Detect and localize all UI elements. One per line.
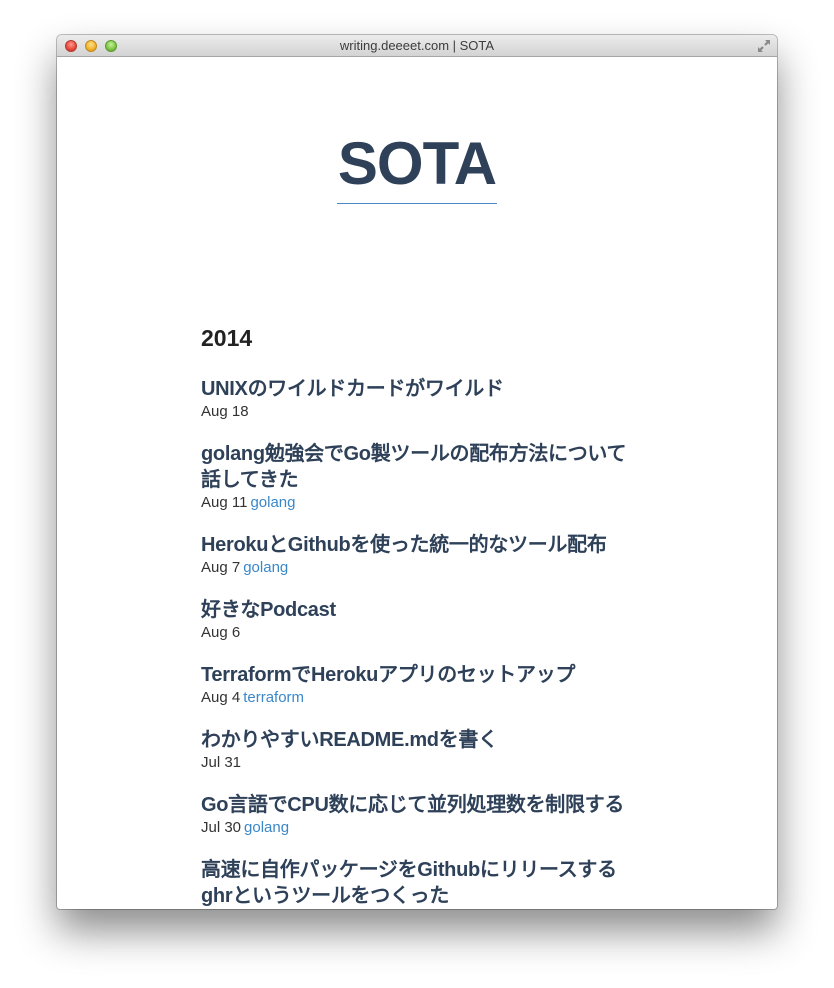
post-list-item: Go言語でCPU数に応じて並列処理数を制限する Jul 30 golang: [201, 792, 641, 838]
post-meta: Aug 11 golang: [201, 493, 641, 513]
post-meta: Aug 6: [201, 623, 641, 643]
post-list-item: HerokuとGithubを使った統一的なツール配布 Aug 7 golang: [201, 532, 641, 578]
year-heading: 2014: [201, 325, 253, 351]
post-meta: Aug 18: [201, 402, 641, 422]
post-tag-link[interactable]: terraform: [243, 689, 304, 706]
post-tag-link[interactable]: golang: [243, 559, 288, 576]
post-title-link[interactable]: 高速に自作パッケージをGithubにリリースするghrというツールをつくった: [201, 857, 641, 909]
site-title-link[interactable]: SOTA: [336, 131, 497, 204]
post-date: Aug 18: [201, 403, 249, 420]
post-title-link[interactable]: わかりやすいREADME.mdを書く: [201, 727, 641, 753]
post-tag-link[interactable]: golang: [250, 494, 295, 511]
post-list-item: golang勉強会でGo製ツールの配布方法について話してきた Aug 11 gola…: [201, 441, 641, 513]
post-list-item: 好きなPodcast Aug 6: [201, 597, 641, 643]
post-title-link[interactable]: HerokuとGithubを使った統一的なツール配布: [201, 532, 641, 558]
post-meta: Aug 7 golang: [201, 558, 641, 578]
post-meta: Aug 4 terraform: [201, 688, 641, 708]
post-title-link[interactable]: golang勉強会でGo製ツールの配布方法について話してきた: [201, 441, 641, 493]
post-list-item: わかりやすいREADME.mdを書く Jul 31: [201, 727, 641, 773]
post-date: Aug 4: [201, 689, 241, 706]
post-list: UNIXのワイルドカードがワイルド Aug 18 golang勉強会でGo製ツールの…: [201, 376, 641, 909]
fullscreen-icon[interactable]: [757, 39, 771, 53]
post-date: Aug 11: [201, 494, 248, 511]
post-list-item: TerraformでHerokuアプリのセットアップ Aug 4 terraform: [201, 662, 641, 708]
window-title: writing.deeeet.com | SOTA: [339, 38, 495, 53]
page-content: SOTA 2014 UNIXのワイルドカードがワイルド Aug 18 golang勉…: [57, 58, 777, 909]
post-date: Jul 30: [201, 819, 242, 836]
title-bar[interactable]: writing.deeeet.com | SOTA: [57, 35, 777, 57]
post-date: Aug 6: [201, 624, 241, 641]
post-date: Aug 7: [201, 559, 241, 576]
post-list-item: UNIXのワイルドカードがワイルド Aug 18: [201, 376, 641, 422]
post-date: Jul 31: [201, 754, 242, 771]
post-meta: Jul 31: [201, 753, 641, 773]
post-title-link[interactable]: TerraformでHerokuアプリのセットアップ: [201, 662, 641, 688]
post-title-link[interactable]: 好きなPodcast: [201, 597, 641, 623]
post-tag-link[interactable]: golang: [244, 819, 289, 836]
post-list-item: 高速に自作パッケージをGithubにリリースするghrというツールをつくった: [201, 857, 641, 909]
post-meta: Jul 30 golang: [201, 818, 641, 838]
post-title-link[interactable]: UNIXのワイルドカードがワイルド: [201, 376, 641, 402]
site-title[interactable]: SOTA: [57, 131, 777, 204]
post-title-link[interactable]: Go言語でCPU数に応じて並列処理数を制限する: [201, 792, 641, 818]
browser-window: writing.deeeet.com | SOTA SOTA 2014 UNIX…: [57, 35, 777, 909]
